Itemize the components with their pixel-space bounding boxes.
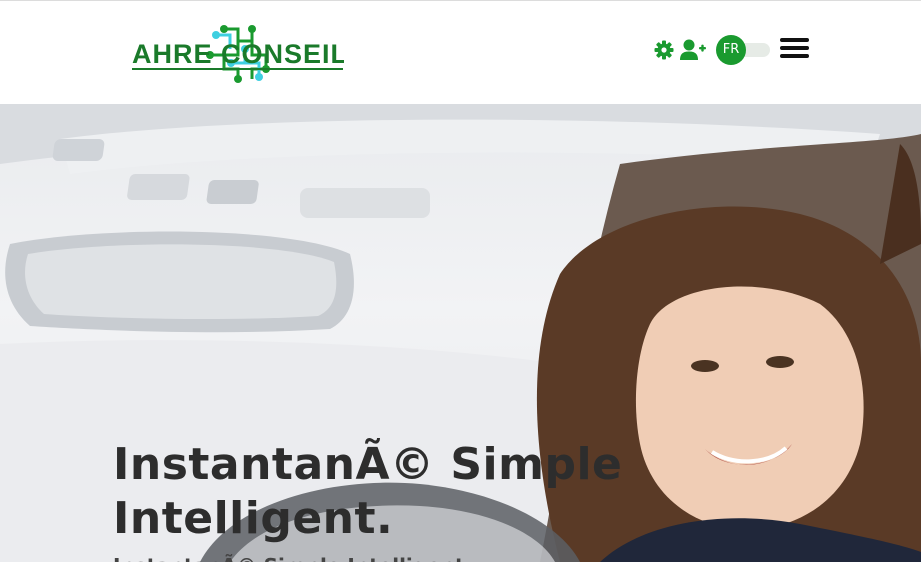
logo-graphic: AHRE CONSEIL [132,25,344,83]
language-toggle[interactable]: FR [716,35,772,65]
user-plus-icon [680,39,706,60]
hamburger-icon-bar [780,46,809,50]
site-header: AHRE CONSEIL FR [0,1,921,104]
gear-icon [654,40,674,60]
hero-title-line-1: InstantanÃ© Simple [113,439,623,490]
hero-title-line-2: Intelligent. [113,493,394,544]
hero-title: InstantanÃ© Simple Intelligent. [113,438,673,546]
hamburger-icon-bar [780,54,809,58]
language-label: FR [716,35,746,65]
ahre-conseil-logo[interactable]: AHRE CONSEIL [132,21,344,85]
settings-button[interactable] [654,40,674,60]
add-user-button[interactable] [680,39,706,61]
hero-subtitle: InstantanÃ© Simple Intelligent. [113,554,472,562]
menu-button[interactable] [780,37,810,59]
logo-text: AHRE CONSEIL [132,39,344,69]
hero-banner: InstantanÃ© Simple Intelligent. Instanta… [0,104,921,562]
hamburger-icon [780,38,809,42]
